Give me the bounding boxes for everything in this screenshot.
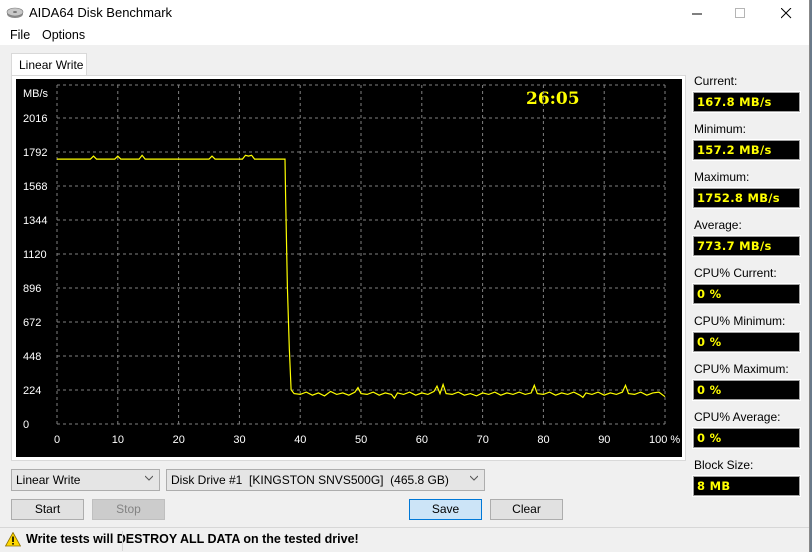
stat-label-average: Average: [694, 218, 742, 232]
chevron-down-icon [470, 475, 478, 481]
stat-label-cpu-minimum: CPU% Minimum: [694, 314, 786, 328]
stat-label-block-size: Block Size: [694, 458, 754, 472]
y-unit-label: MB/s [23, 88, 49, 100]
disk-drive-icon [6, 7, 24, 18]
drive-select[interactable]: Disk Drive #1 [KINGSTON SNVS500G] (465.8… [166, 469, 485, 491]
x-tick-label: 30 [233, 434, 245, 446]
stat-value-current: 167.8 MB/s [692, 91, 801, 113]
x-tick-label: 80 [537, 434, 549, 446]
test-type-value: Linear Write [16, 473, 81, 487]
title-bar: AIDA64 Disk Benchmark [0, 0, 809, 26]
x-tick-label: 10 [112, 434, 124, 446]
y-tick-label: 672 [23, 317, 41, 329]
y-tick-label: 1120 [23, 249, 47, 261]
y-tick-label: 896 [23, 283, 41, 295]
minimize-icon [691, 13, 702, 14]
y-tick-label: 0 [23, 419, 29, 431]
drive-value: Disk Drive #1 [KINGSTON SNVS500G] (465.8… [171, 473, 449, 487]
menu-options[interactable]: Options [42, 28, 85, 42]
status-bar: Write tests will DESTROY ALL DATA on the… [0, 527, 809, 552]
stat-label-cpu-average: CPU% Average: [694, 410, 781, 424]
minimize-button[interactable] [674, 0, 720, 26]
maximize-icon [734, 7, 745, 18]
y-tick-label: 1568 [23, 181, 47, 193]
clear-button[interactable]: Clear [490, 499, 563, 520]
warning-text: Write tests will DESTROY ALL DATA on the… [26, 532, 359, 546]
stop-button[interactable]: Stop [92, 499, 165, 520]
x-tick-label: 60 [416, 434, 428, 446]
benchmark-chart: MB/s 26:05 2016 1792 1568 1344 1120 896 672 448… [16, 79, 682, 457]
x-tick-label: 70 [477, 434, 489, 446]
x-tick-label: 40 [294, 434, 306, 446]
stat-label-cpu-maximum: CPU% Maximum: [694, 362, 789, 376]
close-icon [780, 7, 791, 18]
window-edge [0, 45, 8, 527]
y-tick-label: 224 [23, 385, 41, 397]
menu-file[interactable]: File [10, 28, 30, 42]
stat-label-maximum: Maximum: [694, 170, 750, 184]
y-tick-label: 2016 [23, 113, 47, 125]
x-tick-label: 0 [54, 434, 60, 446]
start-button[interactable]: Start [11, 499, 84, 520]
tab-linear-write[interactable]: Linear Write [11, 53, 87, 75]
stat-value-cpu-maximum: 0 % [692, 379, 801, 401]
stat-label-current: Current: [694, 74, 738, 88]
chevron-down-icon [145, 475, 153, 481]
stat-value-block-size: 8 MB [692, 475, 801, 497]
stat-label-cpu-current: CPU% Current: [694, 266, 777, 280]
window-title: AIDA64 Disk Benchmark [29, 5, 173, 20]
status-separator [122, 531, 123, 551]
stat-value-cpu-average: 0 % [692, 427, 801, 449]
test-type-select[interactable]: Linear Write [11, 469, 160, 491]
x-tick-label: 20 [173, 434, 185, 446]
stat-value-cpu-current: 0 % [692, 283, 801, 305]
x-tick-label: 100 % [649, 434, 680, 446]
close-button[interactable] [763, 0, 809, 26]
x-tick-label: 90 [598, 434, 610, 446]
y-tick-label: 1792 [23, 147, 47, 159]
save-button[interactable]: Save [409, 499, 482, 520]
chart-canvas: MB/s 26:05 2016 1792 1568 1344 1120 896 672 448… [23, 84, 680, 446]
stat-value-maximum: 1752.8 MB/s [692, 187, 801, 209]
x-tick-label: 50 [355, 434, 367, 446]
timer-readout: 26:05 [526, 89, 580, 109]
stat-value-cpu-minimum: 0 % [692, 331, 801, 353]
menu-bar: File Options [0, 26, 809, 45]
maximize-button[interactable] [717, 0, 763, 26]
y-tick-label: 1344 [23, 215, 47, 227]
benchmark-window: AIDA64 Disk Benchmark File Options Linea… [0, 0, 810, 552]
warning-icon [5, 532, 21, 547]
stat-label-minimum: Minimum: [694, 122, 747, 136]
stat-value-minimum: 157.2 MB/s [692, 139, 801, 161]
y-tick-label: 448 [23, 351, 41, 363]
stat-value-average: 773.7 MB/s [692, 235, 801, 257]
